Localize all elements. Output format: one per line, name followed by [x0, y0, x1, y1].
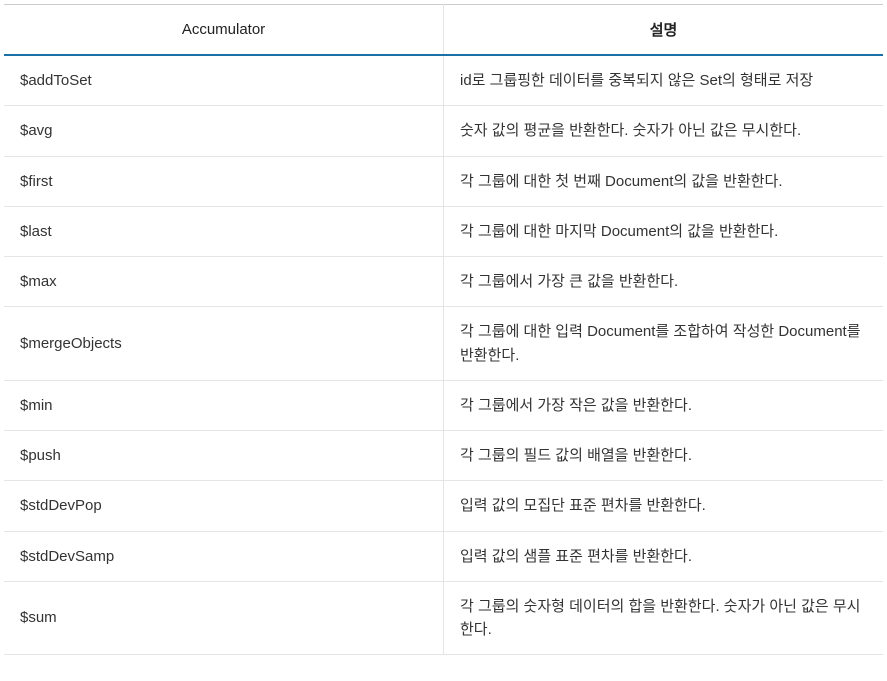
table-row: $stdDevSamp 입력 값의 샘플 표준 편차를 반환한다. — [4, 531, 883, 581]
cell-description: 각 그룹의 숫자형 데이터의 합을 반환한다. 숫자가 아닌 값은 무시한다. — [444, 581, 884, 655]
cell-description: 입력 값의 모집단 표준 편차를 반환한다. — [444, 481, 884, 531]
table-row: $min 각 그룹에서 가장 작은 값을 반환한다. — [4, 380, 883, 430]
cell-accumulator: $addToSet — [4, 55, 444, 106]
cell-accumulator: $mergeObjects — [4, 307, 444, 381]
cell-description: 입력 값의 샘플 표준 편차를 반환한다. — [444, 531, 884, 581]
cell-accumulator: $first — [4, 156, 444, 206]
table-row: $stdDevPop 입력 값의 모집단 표준 편차를 반환한다. — [4, 481, 883, 531]
cell-description: 각 그룹에서 가장 큰 값을 반환한다. — [444, 257, 884, 307]
cell-accumulator: $stdDevPop — [4, 481, 444, 531]
cell-accumulator: $max — [4, 257, 444, 307]
table-row: $mergeObjects 각 그룹에 대한 입력 Document를 조합하여… — [4, 307, 883, 381]
cell-description: 숫자 값의 평균을 반환한다. 숫자가 아닌 값은 무시한다. — [444, 106, 884, 156]
table-row: $max 각 그룹에서 가장 큰 값을 반환한다. — [4, 257, 883, 307]
accumulator-table: Accumulator 설명 $addToSet id로 그룹핑한 데이터를 중… — [4, 4, 883, 655]
table-header-row: Accumulator 설명 — [4, 5, 883, 56]
cell-accumulator: $last — [4, 206, 444, 256]
cell-description: id로 그룹핑한 데이터를 중복되지 않은 Set의 형태로 저장 — [444, 55, 884, 106]
table-row: $push 각 그룹의 필드 값의 배열을 반환한다. — [4, 431, 883, 481]
cell-description: 각 그룹에서 가장 작은 값을 반환한다. — [444, 380, 884, 430]
header-accumulator: Accumulator — [4, 5, 444, 56]
cell-accumulator: $sum — [4, 581, 444, 655]
cell-description: 각 그룹에 대한 첫 번째 Document의 값을 반환한다. — [444, 156, 884, 206]
cell-description: 각 그룹의 필드 값의 배열을 반환한다. — [444, 431, 884, 481]
cell-accumulator: $avg — [4, 106, 444, 156]
header-description: 설명 — [444, 5, 884, 56]
table-row: $last 각 그룹에 대한 마지막 Document의 값을 반환한다. — [4, 206, 883, 256]
table-row: $first 각 그룹에 대한 첫 번째 Document의 값을 반환한다. — [4, 156, 883, 206]
cell-description: 각 그룹에 대한 입력 Document를 조합하여 작성한 Document를… — [444, 307, 884, 381]
table-row: $avg 숫자 값의 평균을 반환한다. 숫자가 아닌 값은 무시한다. — [4, 106, 883, 156]
table-row: $sum 각 그룹의 숫자형 데이터의 합을 반환한다. 숫자가 아닌 값은 무… — [4, 581, 883, 655]
cell-accumulator: $min — [4, 380, 444, 430]
cell-accumulator: $push — [4, 431, 444, 481]
table-row: $addToSet id로 그룹핑한 데이터를 중복되지 않은 Set의 형태로… — [4, 55, 883, 106]
cell-description: 각 그룹에 대한 마지막 Document의 값을 반환한다. — [444, 206, 884, 256]
cell-accumulator: $stdDevSamp — [4, 531, 444, 581]
